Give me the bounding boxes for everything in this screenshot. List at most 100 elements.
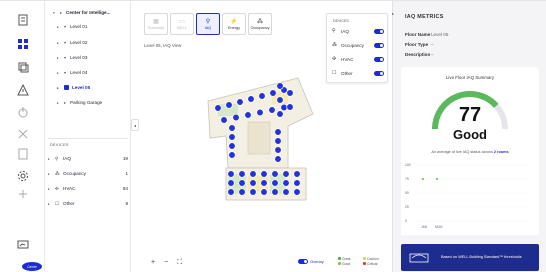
device-row-iaq[interactable]: ▸ ⚲ IAQ 19 — [48, 154, 128, 163]
tab-summary[interactable]: ▦ Summary — [144, 13, 168, 35]
fit-screen-icon[interactable]: ⛶ — [177, 259, 182, 267]
sensor-marker[interactable] — [276, 110, 284, 118]
overlay-row-hvac[interactable]: ✣ HVAC — [332, 55, 384, 64]
sensor-marker[interactable] — [271, 179, 279, 187]
sensor-marker[interactable] — [271, 170, 279, 178]
hvac-toggle[interactable] — [374, 57, 384, 62]
collapse-tree-button[interactable]: ◂ — [131, 119, 139, 131]
tab-iaq[interactable]: ⚲ IAQ — [196, 13, 220, 35]
iaq-toggle[interactable] — [374, 29, 384, 34]
sensor-marker[interactable] — [236, 98, 244, 106]
sensor-marker[interactable] — [238, 179, 246, 187]
chevron-right-icon: ▸ — [48, 201, 50, 206]
settings-icon[interactable] — [16, 169, 30, 183]
sensor-marker[interactable] — [247, 95, 255, 103]
x-tick-label: JAN — [421, 225, 428, 229]
overlay-switch[interactable] — [298, 259, 308, 264]
sensor-marker[interactable] — [232, 113, 240, 122]
sensor-marker[interactable] — [260, 179, 268, 187]
tree-item-level-01[interactable]: ▸ ▾ Level 01 — [57, 22, 87, 31]
sensor-marker[interactable] — [274, 146, 282, 154]
device-count: 1 — [125, 171, 128, 176]
device-count: 19 — [122, 156, 128, 161]
sensor-marker[interactable] — [249, 170, 257, 178]
sensor-marker[interactable] — [268, 106, 276, 114]
sensor-marker[interactable] — [274, 155, 282, 163]
sensor-marker[interactable] — [238, 188, 246, 196]
sensor-marker[interactable] — [228, 151, 236, 159]
sensor-marker[interactable] — [214, 104, 222, 112]
device-row-occupancy[interactable]: ▸ ⁂ Occupancy 1 — [48, 169, 128, 178]
sensor-marker[interactable] — [227, 188, 235, 196]
overlay-row-occupancy[interactable]: ⁂ Occupancy — [332, 41, 384, 50]
sensor-marker[interactable] — [276, 96, 284, 104]
prop-value: – — [431, 42, 434, 47]
analytics-icon[interactable] — [16, 237, 30, 251]
tree-item-level-03[interactable]: ▸ ▾ Level 03 — [57, 53, 87, 62]
overlay-row-iaq[interactable]: ⚲ IAQ — [332, 27, 384, 36]
sensor-marker[interactable] — [260, 188, 268, 196]
dashboard-icon[interactable] — [16, 37, 30, 51]
sensor-marker[interactable] — [271, 188, 279, 196]
tree-root[interactable]: ▾ ▸ Center for Intellige... — [53, 8, 110, 17]
tab-occupancy[interactable]: ⁂ Occupancy — [248, 13, 272, 35]
occupancy-toggle[interactable] — [374, 43, 384, 48]
sensor-marker[interactable] — [282, 170, 290, 178]
sensor-marker[interactable] — [228, 142, 236, 150]
overlay-row-other[interactable]: ☐ Other — [332, 69, 384, 78]
sensor-marker[interactable] — [274, 128, 282, 136]
sensor-marker[interactable] — [227, 179, 235, 187]
tree-item-parking-garage[interactable]: ▸ ▸ Parking Garage — [57, 98, 102, 107]
tab-energy[interactable]: ⚡ Energy — [222, 13, 246, 35]
device-row-hvac[interactable]: ▸ ✣ HVAC 84 — [48, 184, 128, 193]
tree-item-level-02[interactable]: ▸ ▾ Level 02 — [57, 38, 87, 47]
sensor-marker[interactable] — [225, 101, 233, 109]
iaq-icon: ⚲ — [205, 18, 211, 25]
tab-well[interactable]: ▭ WELL — [170, 13, 194, 35]
tools-icon[interactable] — [16, 127, 30, 141]
floor-plan-drawing[interactable] — [188, 56, 348, 216]
sensor-marker[interactable] — [228, 124, 236, 132]
sensor-marker[interactable] — [228, 133, 236, 141]
sensor-marker[interactable] — [293, 170, 301, 178]
device-row-other[interactable]: ▸ ☐ Other 9 — [48, 199, 128, 208]
sensor-marker[interactable] — [238, 170, 246, 178]
sensor-marker[interactable] — [256, 108, 264, 117]
plus-icon[interactable] — [16, 187, 30, 201]
power-icon[interactable] — [16, 105, 30, 119]
zoom-out-button[interactable]: − — [164, 259, 168, 267]
x-tick-label: MON — [435, 225, 443, 229]
collapse-panel-icon[interactable]: ▸ — [392, 11, 394, 16]
energy-icon: ⚡ — [230, 18, 238, 25]
sensor-marker[interactable] — [293, 179, 301, 187]
building-icon[interactable] — [16, 13, 30, 27]
sensor-marker[interactable] — [249, 179, 257, 187]
tree-item-level-04[interactable]: ▸ ▾ Level 04 — [57, 68, 87, 77]
sensor-marker[interactable] — [286, 103, 294, 111]
zoom-in-button[interactable]: + — [151, 259, 155, 267]
sensor-marker[interactable] — [293, 188, 301, 196]
document-icon[interactable] — [16, 147, 30, 161]
sensor-marker[interactable] — [244, 111, 252, 119]
layers-icon[interactable] — [16, 60, 30, 74]
overlay-toggle[interactable]: Overlay — [298, 259, 324, 264]
prop-key: Floor Name — [405, 32, 431, 37]
sensor-marker[interactable] — [269, 89, 277, 97]
alert-icon[interactable] — [16, 83, 30, 97]
tree-item-level-05[interactable]: ▸ Level 05 — [57, 83, 90, 92]
sensor-marker[interactable] — [274, 137, 282, 145]
sensor-marker[interactable] — [276, 82, 284, 90]
rooms-link[interactable]: 2 rooms — [494, 150, 509, 154]
chevron-right-icon: ▸ — [57, 100, 59, 105]
sensor-marker[interactable] — [220, 116, 228, 124]
sensor-marker[interactable] — [258, 92, 266, 100]
sensor-marker[interactable] — [249, 188, 257, 196]
sensor-marker[interactable] — [282, 179, 290, 187]
other-toggle[interactable] — [374, 71, 384, 76]
sensor-marker[interactable] — [282, 188, 290, 196]
sensor-marker[interactable] — [227, 170, 235, 178]
sensor-marker[interactable] — [280, 103, 288, 112]
device-label: Other — [63, 201, 75, 206]
sensor-marker[interactable] — [260, 170, 268, 178]
sensor-marker[interactable] — [286, 89, 294, 97]
